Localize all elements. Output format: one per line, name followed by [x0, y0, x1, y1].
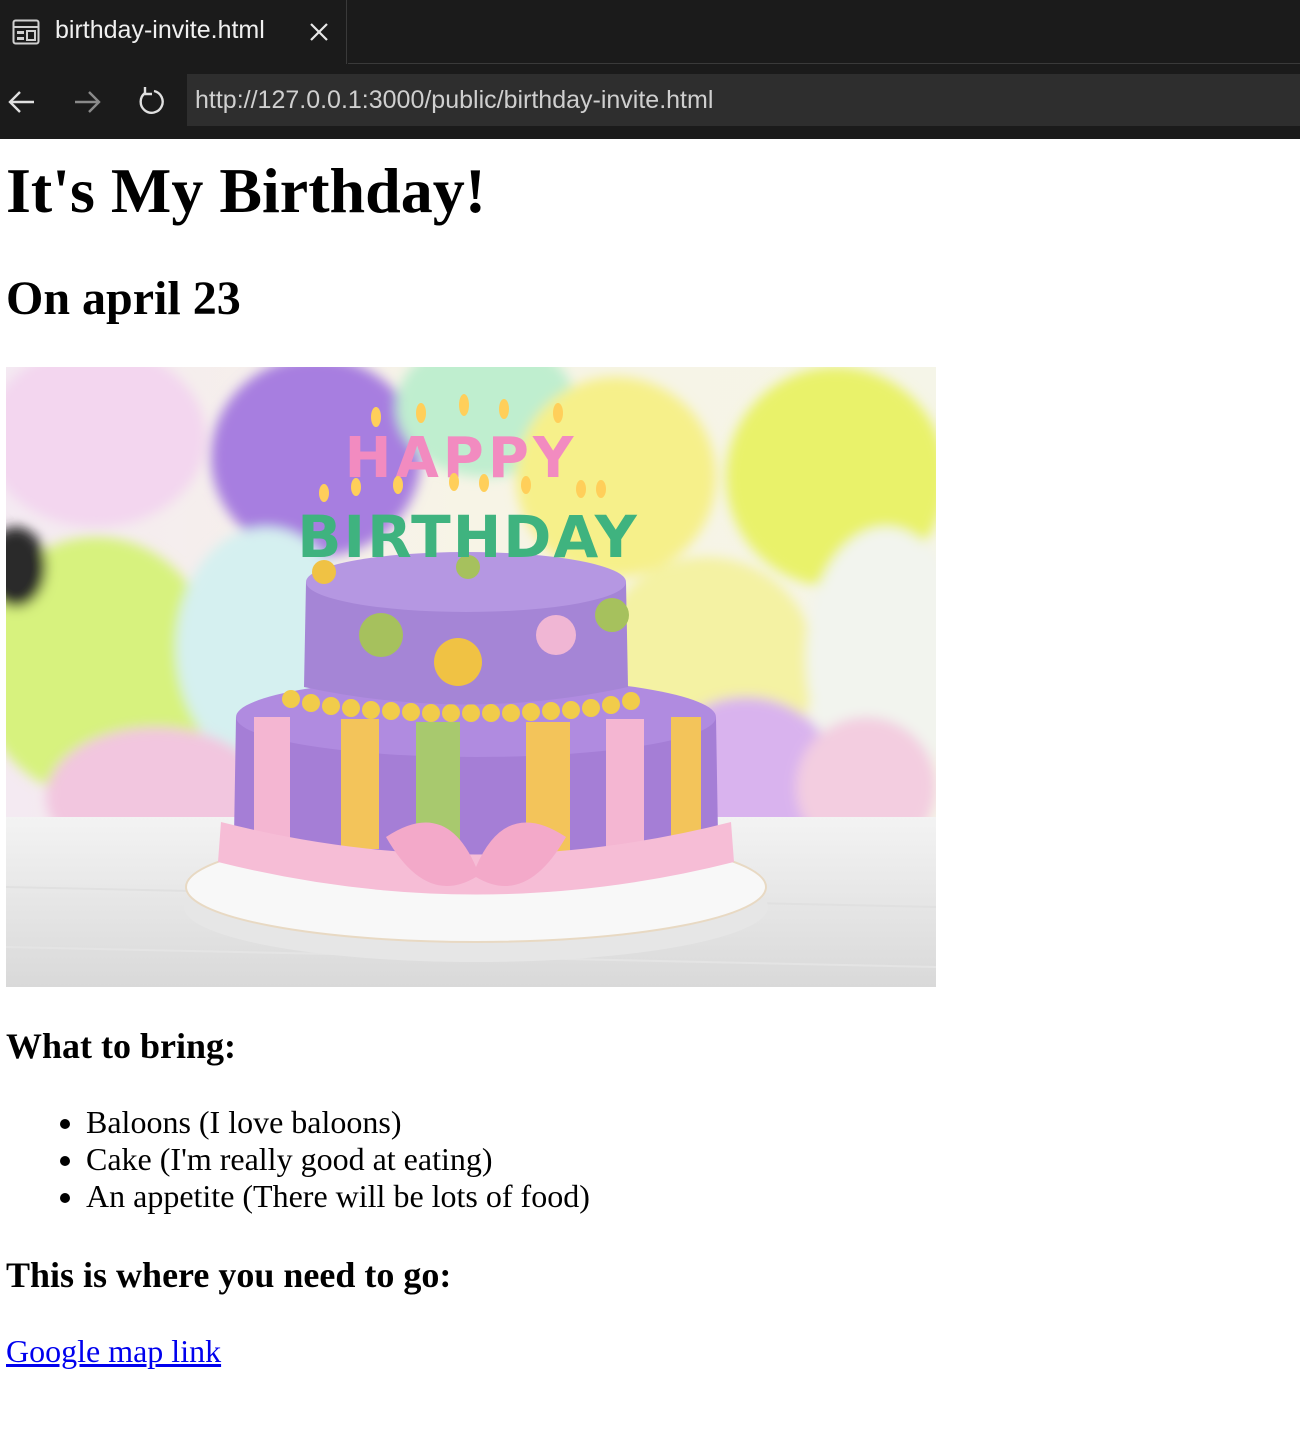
tab-strip-empty: [348, 0, 1300, 64]
browser-chrome: birthday-invite.html http://127.0.0.1:30…: [0, 0, 1300, 139]
tab-bar: birthday-invite.html: [0, 0, 1300, 64]
tab-title: birthday-invite.html: [55, 16, 265, 44]
list-item: An appetite (There will be lots of food): [86, 1178, 590, 1215]
browser-tab[interactable]: birthday-invite.html: [0, 0, 347, 64]
birthday-cake-image: HAPPY BIRTHDAY: [6, 367, 936, 987]
date-heading: On april 23: [6, 272, 241, 325]
forward-arrow-icon[interactable]: [69, 84, 105, 120]
close-icon[interactable]: [307, 20, 331, 44]
back-arrow-icon[interactable]: [4, 84, 40, 120]
page-title: It's My Birthday!: [6, 155, 486, 226]
bring-list: Baloons (I love baloons) Cake (I'm reall…: [46, 1104, 590, 1215]
google-map-link[interactable]: Google map link: [6, 1332, 221, 1370]
page-layout-icon: [12, 19, 40, 45]
cake-lettering-bottom: BIRTHDAY: [297, 503, 638, 571]
location-heading: This is where you need to go:: [6, 1255, 452, 1295]
cake-lettering-top: HAPPY: [345, 426, 578, 491]
reload-icon[interactable]: [134, 84, 170, 120]
list-item: Cake (I'm really good at eating): [86, 1141, 590, 1178]
address-bar[interactable]: http://127.0.0.1:3000/public/birthday-in…: [187, 74, 1300, 126]
navigation-bar: http://127.0.0.1:3000/public/birthday-in…: [0, 64, 1300, 139]
what-to-bring-heading: What to bring:: [6, 1026, 237, 1066]
list-item: Baloons (I love baloons): [86, 1104, 590, 1141]
cake-illustration: HAPPY BIRTHDAY: [6, 367, 936, 987]
url-text: http://127.0.0.1:3000/public/birthday-in…: [195, 85, 714, 114]
